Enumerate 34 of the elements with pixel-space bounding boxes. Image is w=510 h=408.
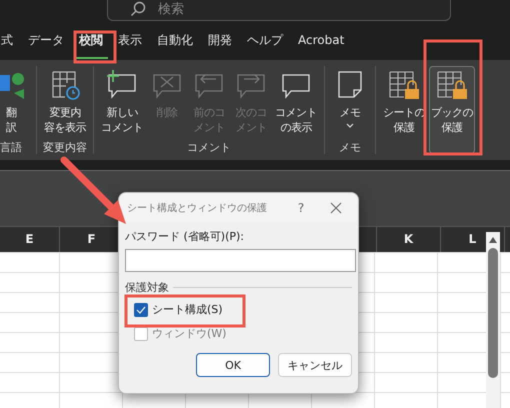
ribbon-tab[interactable]: 式 bbox=[0, 26, 18, 58]
cancel-button[interactable]: キャンセル bbox=[278, 353, 352, 377]
ribbon-button[interactable]: 新しい コメント bbox=[99, 66, 145, 154]
scroll-thumb[interactable] bbox=[488, 248, 498, 378]
password-field[interactable] bbox=[125, 249, 356, 272]
search-icon bbox=[130, 1, 146, 17]
group-label: 変更内容 bbox=[43, 142, 87, 154]
close-icon[interactable] bbox=[330, 202, 342, 214]
ribbon-tab[interactable]: ヘルプ bbox=[242, 26, 288, 58]
group-label: コメント bbox=[187, 142, 231, 154]
highlight-box bbox=[74, 30, 116, 64]
lock-table-icon bbox=[387, 69, 421, 101]
checkbox[interactable] bbox=[134, 302, 148, 316]
help-button[interactable]: ? bbox=[286, 200, 316, 216]
password-label: パスワード (省略可)(P): bbox=[125, 229, 246, 244]
ribbon-button[interactable]: ブックの 保護 bbox=[429, 66, 475, 154]
group-label: 言語 bbox=[0, 142, 22, 154]
group-label: メモ bbox=[339, 142, 361, 154]
arrow bbox=[60, 156, 126, 224]
lock-table-icon bbox=[435, 69, 469, 101]
ribbon-tab[interactable]: 開発 bbox=[203, 26, 237, 58]
ribbon-button[interactable]: コメント の表示 bbox=[273, 66, 319, 154]
search-field[interactable]: 検索 bbox=[156, 0, 260, 18]
ribbon-tab[interactable]: データ bbox=[23, 26, 69, 58]
ribbon-tab[interactable]: 自動化 bbox=[152, 26, 198, 58]
dialog-title: シート構成とウィンドウの保護 bbox=[127, 202, 268, 215]
option-label: シート構成(S) bbox=[152, 302, 223, 317]
scroll-up-icon[interactable] bbox=[488, 236, 498, 244]
scrollbar[interactable] bbox=[486, 232, 500, 408]
ok-button[interactable]: OK bbox=[196, 353, 270, 377]
ribbon-tab[interactable]: Acrobat bbox=[293, 27, 350, 57]
option-label: ウィンドウ(W) bbox=[152, 326, 226, 341]
section-label: 保護対象 bbox=[125, 280, 169, 295]
ribbon-tab[interactable]: 表示 bbox=[113, 26, 147, 58]
